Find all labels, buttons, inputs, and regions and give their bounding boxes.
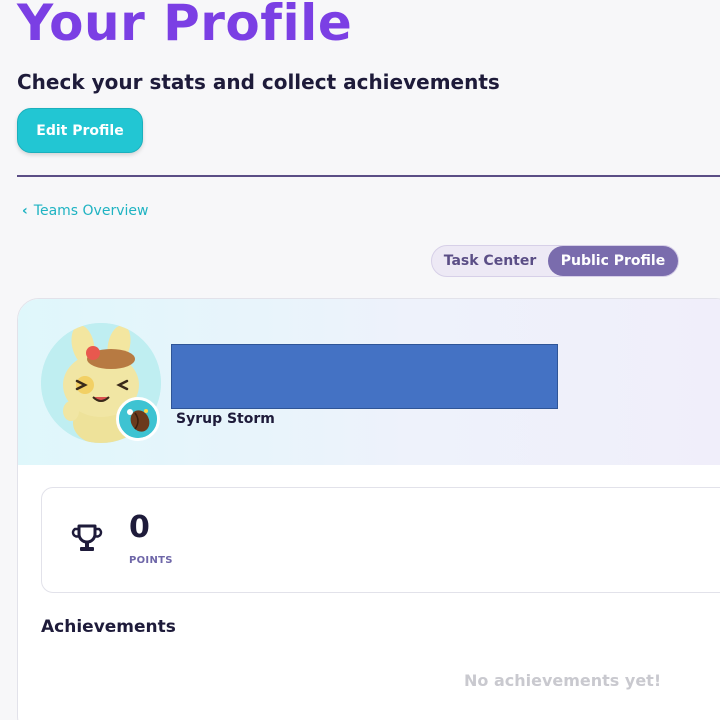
profile-card: Syrup Storm 0 POINTS Achievements No ach… [17,298,720,720]
achievements-title: Achievements [41,617,176,637]
view-toggle: Task Center Public Profile [431,245,679,277]
edit-profile-button[interactable]: Edit Profile [17,108,143,153]
page-subtitle: Check your stats and collect achievement… [17,70,500,94]
avatar-badge [116,397,160,441]
profile-page: Your Profile Check your stats and collec… [0,0,720,720]
redacted-name-block [171,344,558,409]
teams-overview-label: Teams Overview [33,203,149,219]
username: Syrup Storm [176,411,275,427]
tab-public-profile[interactable]: Public Profile [548,246,678,276]
teams-overview-link[interactable]: ‹ Teams Overview [22,203,148,219]
points-value: 0 [129,510,150,545]
trophy-icon [71,524,103,551]
coffee-bean-badge-icon [119,400,157,438]
tab-task-center[interactable]: Task Center [432,246,548,276]
points-box: 0 POINTS [41,487,720,593]
points-label: POINTS [129,555,173,566]
profile-banner: Syrup Storm [18,299,720,465]
achievements-empty-text: No achievements yet! [464,671,662,690]
page-title: Your Profile [17,0,353,52]
chevron-left-icon: ‹ [22,203,28,219]
header-divider [17,175,720,177]
